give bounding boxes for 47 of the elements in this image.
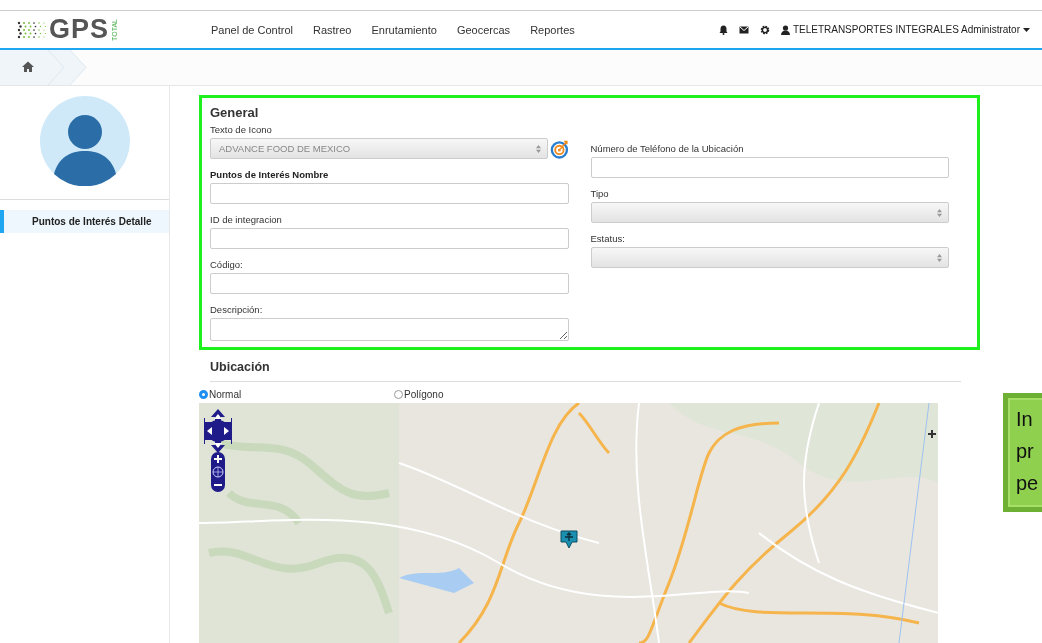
target-icon[interactable] bbox=[549, 138, 569, 159]
nav-link[interactable]: Rastreo bbox=[312, 23, 352, 36]
select-arrows-icon bbox=[937, 253, 942, 262]
zoom-control-icon[interactable] bbox=[211, 452, 225, 492]
select-field[interactable] bbox=[590, 202, 949, 223]
nav-link[interactable]: Enrutamiento bbox=[371, 23, 437, 36]
radio-option[interactable]: Polígono bbox=[394, 389, 589, 400]
field-label: Código: bbox=[210, 259, 244, 270]
text-field[interactable] bbox=[590, 157, 949, 178]
radio-option[interactable]: Normal bbox=[199, 389, 394, 400]
gear-icon[interactable] bbox=[759, 24, 770, 35]
select-arrows-icon bbox=[937, 208, 942, 217]
user-icon bbox=[780, 24, 790, 35]
map-marker-icon[interactable] bbox=[560, 530, 578, 549]
field-label: Tipo bbox=[590, 188, 610, 199]
radio-button[interactable] bbox=[394, 390, 403, 399]
section-title: General bbox=[210, 105, 260, 120]
sidebar-item[interactable]: Puntos de Interés Detalle bbox=[0, 210, 169, 233]
text-field[interactable] bbox=[210, 273, 569, 294]
select-field[interactable] bbox=[590, 247, 949, 268]
user-menu[interactable]: TELETRANSPORTES INTEGRALES Administrator bbox=[780, 24, 1030, 35]
field-label: Estatus: bbox=[590, 233, 626, 244]
field-label: Descripción: bbox=[210, 304, 264, 315]
field-label: Número de Teléfono de la Ubicación bbox=[590, 143, 745, 154]
pan-control-icon[interactable] bbox=[204, 409, 232, 453]
field-label: Texto de Icono bbox=[210, 124, 273, 135]
field-label: Puntos de Interés Nombre bbox=[210, 169, 330, 180]
envelope-icon[interactable] bbox=[738, 25, 749, 34]
caret-icon bbox=[1023, 27, 1030, 32]
callout-text: In bbox=[1016, 407, 1034, 432]
bell-icon[interactable] bbox=[718, 24, 728, 35]
text-field[interactable] bbox=[210, 228, 569, 249]
dotted-globe-icon bbox=[17, 20, 47, 39]
callout-text: pe bbox=[1016, 471, 1040, 496]
radio-button[interactable] bbox=[199, 390, 208, 399]
nav-link[interactable]: Reportes bbox=[530, 23, 575, 36]
plus-icon[interactable] bbox=[928, 430, 936, 438]
nav-link[interactable]: Panel de Control bbox=[211, 23, 293, 36]
nav-link[interactable]: Geocercas bbox=[456, 23, 511, 36]
callout-text: pr bbox=[1016, 439, 1035, 464]
section-title: Ubicación bbox=[210, 360, 961, 382]
text-field[interactable] bbox=[210, 183, 569, 204]
avatar-icon bbox=[39, 96, 130, 186]
breadcrumb-home-icon[interactable] bbox=[0, 50, 87, 85]
select-arrows-icon bbox=[535, 144, 541, 153]
logo-text: GPS bbox=[49, 16, 110, 43]
field-label: ID de integracion bbox=[210, 214, 283, 225]
